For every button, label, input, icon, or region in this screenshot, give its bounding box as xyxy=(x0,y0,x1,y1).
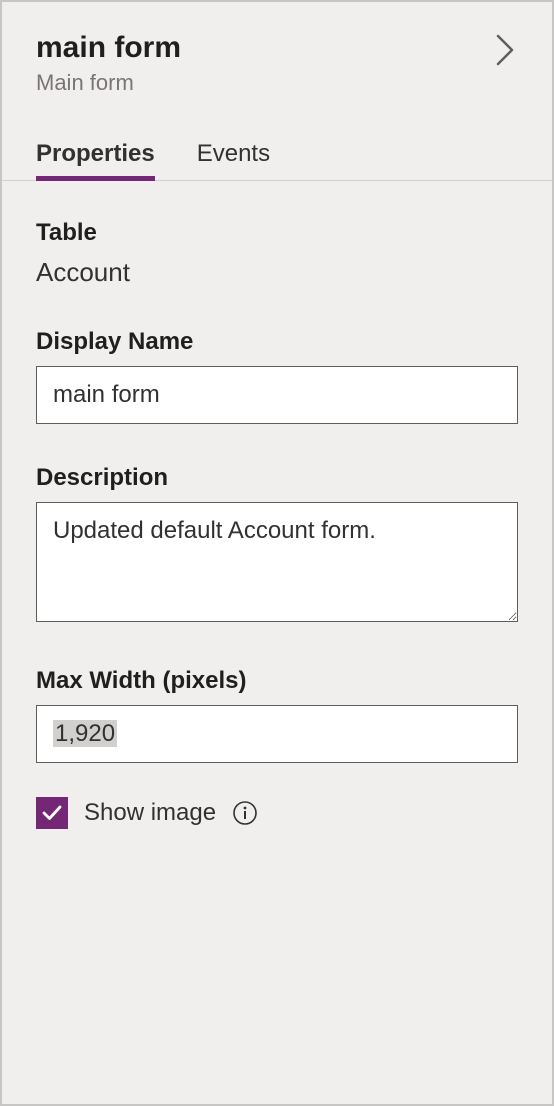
description-label: Description xyxy=(36,464,518,492)
show-image-row: Show image xyxy=(36,797,518,829)
table-label: Table xyxy=(36,219,518,247)
tab-properties[interactable]: Properties xyxy=(36,140,155,180)
max-width-group: Max Width (pixels) 1,920 xyxy=(36,667,518,763)
table-section: Table Account xyxy=(36,219,518,288)
display-name-input[interactable] xyxy=(36,366,518,424)
tab-events[interactable]: Events xyxy=(197,140,270,180)
max-width-input[interactable]: 1,920 xyxy=(36,705,518,763)
panel-title: main form xyxy=(36,30,181,66)
max-width-label: Max Width (pixels) xyxy=(36,667,518,695)
tab-bar: Properties Events xyxy=(2,140,552,181)
description-group: Description xyxy=(36,464,518,627)
check-icon xyxy=(41,802,63,824)
panel-subtitle: Main form xyxy=(36,70,181,96)
display-name-group: Display Name xyxy=(36,328,518,424)
info-icon[interactable] xyxy=(232,800,258,826)
max-width-value: 1,920 xyxy=(53,720,117,747)
chevron-right-icon[interactable] xyxy=(494,30,518,73)
panel-header: main form Main form xyxy=(36,30,518,96)
show-image-label: Show image xyxy=(84,799,216,827)
display-name-label: Display Name xyxy=(36,328,518,356)
header-titles: main form Main form xyxy=(36,30,181,96)
table-value: Account xyxy=(36,257,518,288)
show-image-checkbox[interactable] xyxy=(36,797,68,829)
description-textarea[interactable] xyxy=(36,502,518,622)
properties-panel: main form Main form Properties Events Ta… xyxy=(2,2,552,829)
